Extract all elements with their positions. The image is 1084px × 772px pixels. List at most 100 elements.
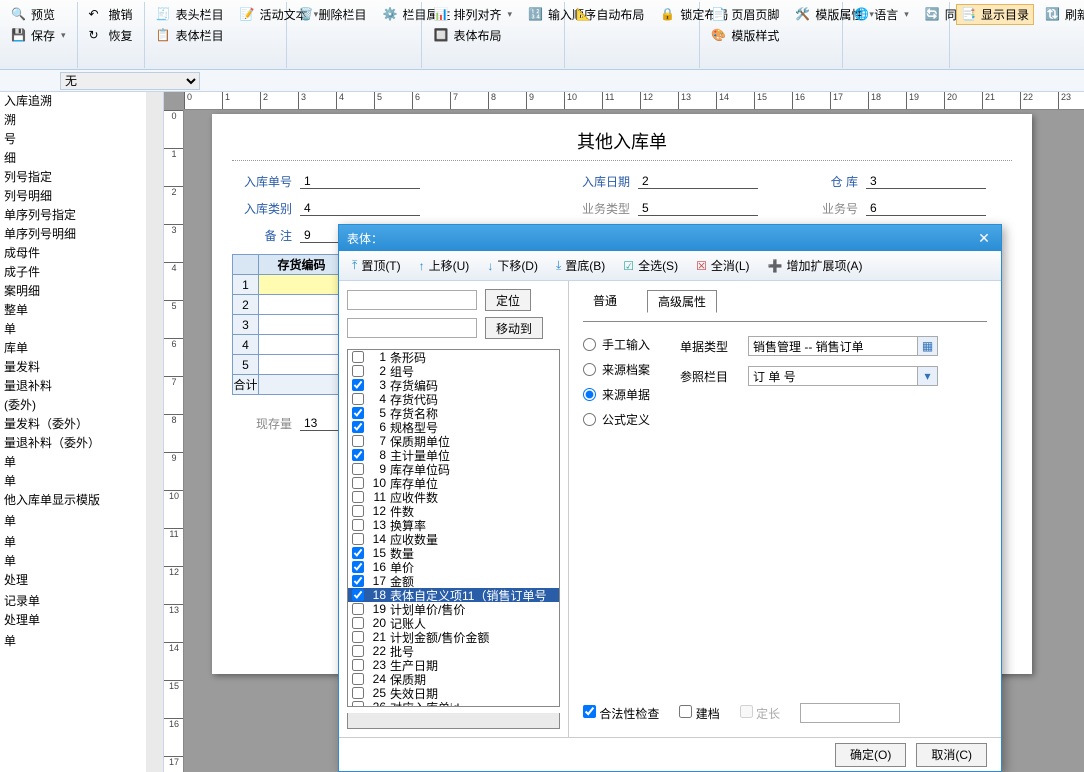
down-button[interactable]: ↓下移(D) bbox=[480, 254, 545, 277]
body-col-button[interactable]: 📋表体栏目 bbox=[151, 25, 229, 46]
grid-cell[interactable] bbox=[259, 355, 345, 375]
tree-item[interactable]: 列号指定 bbox=[0, 168, 163, 187]
tree-item[interactable]: 单 bbox=[0, 472, 163, 491]
tree-item[interactable]: 单 bbox=[0, 533, 163, 552]
field-checkbox[interactable] bbox=[352, 379, 364, 391]
field-checkbox[interactable] bbox=[352, 449, 364, 461]
tree-item[interactable]: 单 bbox=[0, 512, 163, 531]
moveto-button[interactable]: 移动到 bbox=[485, 317, 543, 339]
legal-check[interactable]: 合法性检查 bbox=[583, 705, 659, 722]
bottom-button[interactable]: ⤓置底(B) bbox=[549, 254, 612, 277]
ok-button[interactable]: 确定(O) bbox=[835, 743, 906, 767]
tree-item[interactable]: 单 bbox=[0, 320, 163, 339]
field-list-hscroll[interactable] bbox=[347, 713, 560, 729]
field-checkbox[interactable] bbox=[352, 631, 364, 643]
tree-item[interactable]: 单 bbox=[0, 453, 163, 472]
tree-scrollbar[interactable] bbox=[146, 92, 163, 772]
delete-col-button[interactable]: 🗑️删除栏目 bbox=[293, 4, 371, 25]
moveto-input[interactable] bbox=[347, 318, 477, 338]
language-button[interactable]: 🌐语言▾ bbox=[849, 4, 914, 25]
field-checkbox[interactable] bbox=[352, 463, 364, 475]
select-all-button[interactable]: ☑全选(S) bbox=[616, 254, 685, 277]
tree-item[interactable]: 他入库单显示模版 bbox=[0, 491, 163, 510]
field-item[interactable]: 12件数 bbox=[348, 504, 559, 518]
body-grid[interactable]: 存货编码 1 2 3 4 5 合计 bbox=[232, 254, 345, 395]
tree-item[interactable]: 量退补料 bbox=[0, 377, 163, 396]
row-header[interactable]: 4 bbox=[233, 335, 259, 355]
cancel-button[interactable]: 取消(C) bbox=[916, 743, 987, 767]
row-header[interactable]: 2 bbox=[233, 295, 259, 315]
field-checkbox[interactable] bbox=[352, 589, 364, 601]
field-item[interactable]: 23生产日期 bbox=[348, 658, 559, 672]
select-none-button[interactable]: ☒全消(L) bbox=[689, 254, 756, 277]
field-value[interactable]: 4 bbox=[300, 201, 420, 216]
row-header[interactable]: 3 bbox=[233, 315, 259, 335]
radio-ref[interactable]: 来源档案 bbox=[583, 361, 650, 378]
header-col-button[interactable]: 🧾表头栏目 bbox=[151, 4, 229, 25]
fixed-length-input[interactable] bbox=[800, 703, 900, 723]
field-checkbox[interactable] bbox=[352, 575, 364, 587]
field-checkbox[interactable] bbox=[352, 477, 364, 489]
field-item[interactable]: 9库存单位码 bbox=[348, 462, 559, 476]
refcol-dropdown-button[interactable]: ▾ bbox=[917, 367, 937, 385]
field-value[interactable]: 1 bbox=[300, 174, 420, 189]
field-checkbox[interactable] bbox=[352, 561, 364, 573]
tree-item[interactable]: 案明细 bbox=[0, 282, 163, 301]
fixed-check[interactable]: 定长 bbox=[740, 705, 780, 722]
field-item[interactable]: 22批号 bbox=[348, 644, 559, 658]
archive-check[interactable]: 建档 bbox=[679, 705, 719, 722]
field-checkbox[interactable] bbox=[352, 351, 364, 363]
field-item[interactable]: 2组号 bbox=[348, 364, 559, 378]
tree-item[interactable]: 细 bbox=[0, 149, 163, 168]
tree-item[interactable]: 量发料（委外） bbox=[0, 415, 163, 434]
radio-manual[interactable]: 手工输入 bbox=[583, 336, 650, 353]
refcol-input[interactable] bbox=[749, 367, 917, 385]
field-list[interactable]: 1条形码2组号3存货编码4存货代码5存货名称6规格型号7保质期单位8主计量单位9… bbox=[347, 349, 560, 707]
field-item[interactable]: 16单价 bbox=[348, 560, 559, 574]
field-checkbox[interactable] bbox=[352, 603, 364, 615]
field-checkbox[interactable] bbox=[352, 547, 364, 559]
tree-item[interactable]: 记录单 bbox=[0, 592, 163, 611]
field-checkbox[interactable] bbox=[352, 407, 364, 419]
field-item[interactable]: 15数量 bbox=[348, 546, 559, 560]
align-button[interactable]: 📊排列对齐▾ bbox=[428, 4, 517, 25]
tree-item[interactable]: 溯 bbox=[0, 111, 163, 130]
up-button[interactable]: ↑上移(U) bbox=[412, 254, 477, 277]
top-button[interactable]: ⤒置顶(T) bbox=[345, 254, 408, 277]
field-checkbox[interactable] bbox=[352, 393, 364, 405]
field-item[interactable]: 24保质期 bbox=[348, 672, 559, 686]
field-value[interactable]: 2 bbox=[638, 174, 758, 189]
add-extension-button[interactable]: ➕增加扩展项(A) bbox=[761, 254, 870, 277]
style-select[interactable]: 无 bbox=[60, 72, 200, 90]
close-button[interactable]: ✕ bbox=[975, 230, 993, 247]
field-checkbox[interactable] bbox=[352, 645, 364, 657]
field-checkbox[interactable] bbox=[352, 533, 364, 545]
grid-cell[interactable] bbox=[259, 295, 345, 315]
tree-item[interactable]: 入库追溯 bbox=[0, 92, 163, 111]
field-checkbox[interactable] bbox=[352, 491, 364, 503]
show-toc-button[interactable]: 📑显示目录 bbox=[956, 4, 1034, 25]
preview-button[interactable]: 🔍预览 bbox=[6, 4, 71, 25]
tree-item[interactable]: 成母件 bbox=[0, 244, 163, 263]
body-layout-button[interactable]: 🔲表体布局 bbox=[428, 25, 517, 46]
field-checkbox[interactable] bbox=[352, 505, 364, 517]
tree-item[interactable]: 单 bbox=[0, 632, 163, 651]
tree-item[interactable]: 单序列号指定 bbox=[0, 206, 163, 225]
header-footer-button[interactable]: 📄页眉页脚 bbox=[706, 4, 784, 25]
grid-cell[interactable] bbox=[259, 315, 345, 335]
field-item[interactable]: 19计划单价/售价 bbox=[348, 602, 559, 616]
tree-item[interactable]: 单序列号明细 bbox=[0, 225, 163, 244]
doctype-input[interactable] bbox=[749, 337, 917, 355]
field-value[interactable]: 6 bbox=[866, 201, 986, 216]
field-checkbox[interactable] bbox=[352, 673, 364, 685]
field-item[interactable]: 5存货名称 bbox=[348, 406, 559, 420]
field-checkbox[interactable] bbox=[352, 701, 364, 707]
tree-item[interactable]: 单 bbox=[0, 552, 163, 571]
field-item[interactable]: 10库存单位 bbox=[348, 476, 559, 490]
field-item[interactable]: 7保质期单位 bbox=[348, 434, 559, 448]
field-checkbox[interactable] bbox=[352, 687, 364, 699]
dialog-titlebar[interactable]: 表体： ✕ bbox=[339, 225, 1001, 251]
field-item[interactable]: 1条形码 bbox=[348, 350, 559, 364]
save-button[interactable]: 💾保存▾ bbox=[6, 25, 71, 46]
tree-item[interactable]: 成子件 bbox=[0, 263, 163, 282]
